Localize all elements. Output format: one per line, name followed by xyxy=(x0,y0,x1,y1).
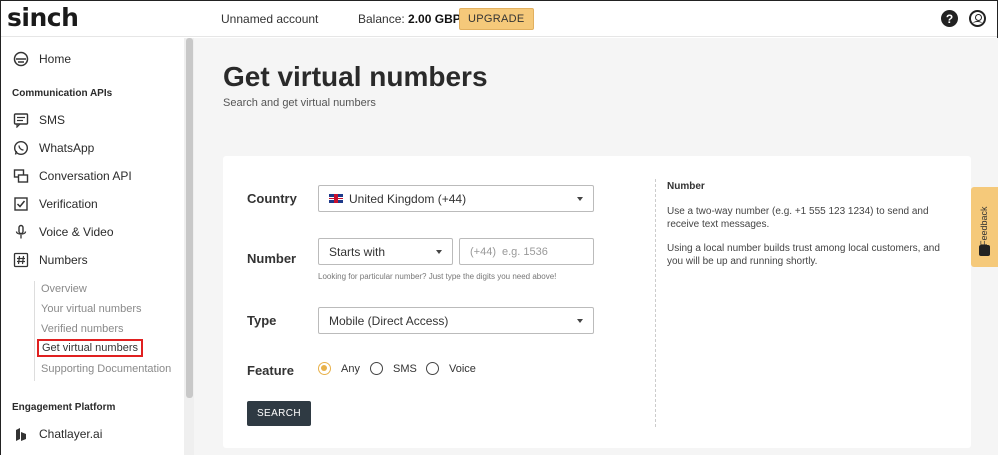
submenu-line xyxy=(34,281,35,381)
sidebar-item-label: Chatlayer.ai xyxy=(39,427,103,441)
sidebar-item-label: SMS xyxy=(39,113,66,127)
sidebar xyxy=(1,38,193,455)
home-icon xyxy=(13,51,29,67)
sidebar-item-verification[interactable]: Verification xyxy=(13,196,98,212)
top-bar: sinch Unnamed account Balance: 2.00 GBP … xyxy=(1,1,997,37)
sidebar-item-voice-video[interactable]: Voice & Video xyxy=(13,224,114,240)
search-button[interactable]: SEARCH xyxy=(247,401,311,426)
conversation-icon xyxy=(13,168,29,184)
chevron-down-icon xyxy=(577,319,583,323)
sidebar-item-conversation-api[interactable]: Conversation API xyxy=(13,168,132,184)
radio-selected-icon xyxy=(318,362,331,375)
sidebar-subitem-supporting-documentation[interactable]: Supporting Documentation xyxy=(41,363,171,375)
sinch-logo[interactable]: sinch xyxy=(7,3,79,32)
radio-label: Any xyxy=(341,362,360,375)
page-title: Get virtual numbers xyxy=(223,61,488,92)
checkbox-icon xyxy=(13,196,29,212)
number-input[interactable]: (+44) e.g. 1536 xyxy=(459,238,594,265)
chatlayer-icon xyxy=(13,426,29,442)
radio-icon xyxy=(370,362,383,375)
number-hint: Looking for particular number? Just type… xyxy=(318,272,557,281)
sidebar-subitem-overview[interactable]: Overview xyxy=(41,283,87,295)
upgrade-button[interactable]: UPGRADE xyxy=(459,8,534,30)
chevron-down-icon xyxy=(436,250,442,254)
account-name[interactable]: Unnamed account xyxy=(221,12,318,26)
sidebar-item-label: Voice & Video xyxy=(39,225,114,239)
sidebar-item-label: Verification xyxy=(39,197,98,211)
number-placeholder: e.g. 1536 xyxy=(502,245,548,258)
microphone-icon xyxy=(13,224,29,240)
type-label: Type xyxy=(247,313,277,328)
sidebar-item-label: Home xyxy=(39,52,72,66)
info-paragraph-1: Use a two-way number (e.g. +1 555 123 12… xyxy=(667,206,929,230)
sidebar-item-whatsapp[interactable]: WhatsApp xyxy=(13,140,94,156)
sidebar-item-sms[interactable]: SMS xyxy=(13,112,65,128)
type-value: Mobile (Direct Access) xyxy=(329,313,449,328)
type-select[interactable]: Mobile (Direct Access) xyxy=(318,307,594,334)
balance-label: Balance: xyxy=(358,12,405,26)
section-communication-apis: Communication APIs xyxy=(12,88,113,99)
number-label: Number xyxy=(247,251,297,266)
feature-radio-voice[interactable]: Voice xyxy=(426,362,476,375)
message-icon xyxy=(13,112,29,128)
sidebar-item-chatlayer[interactable]: Chatlayer.ai xyxy=(13,426,102,442)
feedback-label: Feedback xyxy=(979,206,989,246)
number-mode-value: Starts with xyxy=(329,244,386,259)
sidebar-item-numbers[interactable]: Numbers xyxy=(13,252,88,268)
country-value: United Kingdom (+44) xyxy=(349,191,467,206)
feature-radio-sms[interactable]: SMS xyxy=(370,362,417,375)
info-paragraph-2: Using a local number builds trust among … xyxy=(667,243,940,267)
sidebar-subitem-verified-numbers[interactable]: Verified numbers xyxy=(41,323,124,335)
balance-value: 2.00 GBP xyxy=(408,12,461,26)
radio-label: Voice xyxy=(449,362,476,375)
feedback-icon xyxy=(979,245,990,256)
sidebar-subitem-get-virtual-numbers[interactable]: Get virtual numbers xyxy=(37,339,143,357)
chevron-down-icon xyxy=(577,197,583,201)
balance: Balance: 2.00 GBP xyxy=(358,12,461,26)
divider xyxy=(655,179,656,427)
sidebar-scrollbar[interactable] xyxy=(186,38,193,398)
country-select[interactable]: United Kingdom (+44) xyxy=(318,185,594,212)
radio-icon xyxy=(426,362,439,375)
sidebar-item-label: Numbers xyxy=(39,253,88,267)
sidebar-item-label: Conversation API xyxy=(39,169,132,183)
help-icon[interactable]: ? xyxy=(941,10,958,27)
sidebar-item-label: WhatsApp xyxy=(39,141,95,155)
radio-label: SMS xyxy=(393,362,417,375)
hash-icon xyxy=(13,252,29,268)
user-account-icon[interactable] xyxy=(969,10,986,27)
whatsapp-icon xyxy=(13,140,29,156)
feature-radio-any[interactable]: Any xyxy=(318,362,360,375)
number-prefix: (+44) xyxy=(470,245,496,258)
feature-label: Feature xyxy=(247,363,294,378)
page-subtitle: Search and get virtual numbers xyxy=(223,97,376,109)
info-title: Number xyxy=(667,181,705,192)
sidebar-subitem-your-virtual-numbers[interactable]: Your virtual numbers xyxy=(41,303,141,315)
sidebar-item-home[interactable]: Home xyxy=(13,51,71,67)
number-mode-select[interactable]: Starts with xyxy=(318,238,453,265)
uk-flag-icon xyxy=(329,194,343,203)
section-engagement-platform: Engagement Platform xyxy=(12,402,116,413)
country-label: Country xyxy=(247,191,297,206)
